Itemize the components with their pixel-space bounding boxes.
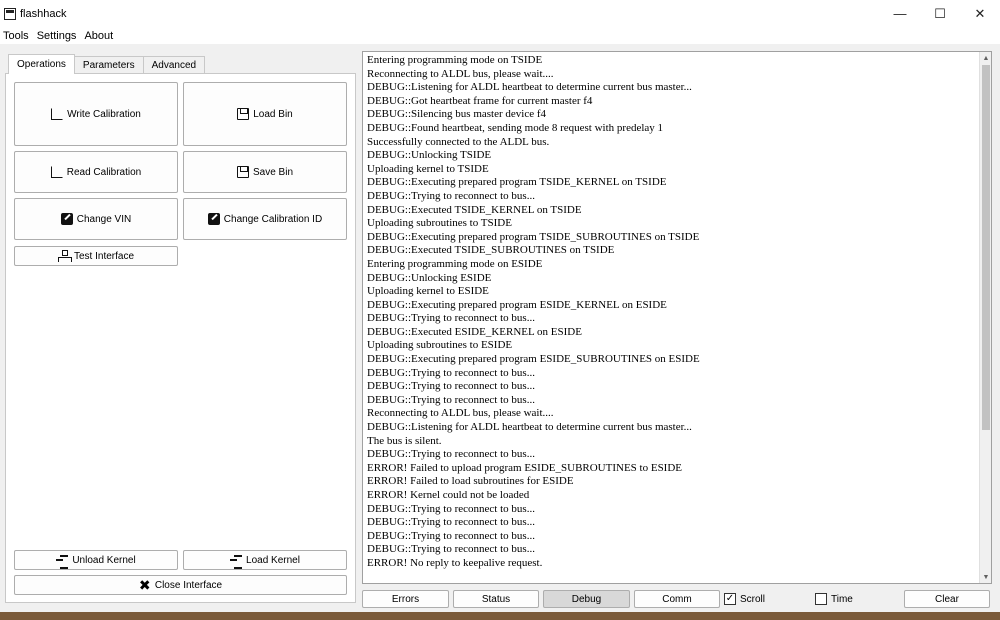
log-line: DEBUG::Trying to reconnect to bus... <box>367 502 535 515</box>
log-line: DEBUG::Trying to reconnect to bus... <box>367 380 535 393</box>
log-line: DEBUG::Trying to reconnect to bus... <box>367 312 535 325</box>
log-line: ERROR! Failed to upload program ESIDE_SU… <box>367 461 683 474</box>
tab-operations[interactable]: Operations <box>8 54 75 74</box>
change-calibration-id-button[interactable]: Change Calibration ID <box>183 198 347 240</box>
log-lines: Entering programming mode on TSIDE Reconn… <box>367 54 700 571</box>
debug-button[interactable]: Debug <box>543 590 630 608</box>
pencil-icon <box>60 213 73 225</box>
log-line: Reconnecting to ALDL bus, please wait...… <box>367 67 554 80</box>
log-line: Entering programming mode on TSIDE <box>367 54 543 66</box>
log-line: DEBUG::Got heartbeat frame for current m… <box>367 94 593 107</box>
comm-button[interactable]: Comm <box>634 590 720 608</box>
kernel-icon <box>56 554 69 569</box>
box-arrow-in-icon <box>51 108 64 120</box>
log-line: DEBUG::Trying to reconnect to bus... <box>367 516 535 529</box>
read-calibration-button[interactable]: Read Calibration <box>14 151 178 193</box>
load-kernel-button[interactable]: Load Kernel <box>183 550 347 570</box>
box-arrow-out-icon <box>50 166 63 178</box>
scroll-checkbox[interactable]: ✓ Scroll <box>724 590 765 608</box>
log-line: DEBUG::Trying to reconnect to bus... <box>367 366 535 379</box>
scroll-thumb[interactable] <box>982 65 990 430</box>
maximize-button[interactable]: ☐ <box>920 0 960 27</box>
close-interface-button[interactable]: ✖ Close Interface <box>14 575 347 595</box>
log-line: DEBUG::Trying to reconnect to bus... <box>367 393 535 406</box>
scroll-up-arrow-icon[interactable]: ▲ <box>980 52 991 64</box>
log-line: ERROR! No reply to keepalive request. <box>367 556 543 569</box>
network-icon <box>57 250 72 262</box>
title-bar: flashhack — ☐ ✕ <box>0 0 1000 27</box>
log-line: DEBUG::Executed TSIDE_SUBROUTINES on TSI… <box>367 244 615 257</box>
log-line: Entering programming mode on ESIDE <box>367 257 543 270</box>
checkbox-box <box>815 593 827 605</box>
menu-settings[interactable]: Settings <box>33 30 81 42</box>
scroll-down-arrow-icon[interactable]: ▼ <box>980 571 991 583</box>
window-controls: — ☐ ✕ <box>880 0 1000 27</box>
log-line: DEBUG::Trying to reconnect to bus... <box>367 448 535 461</box>
time-checkbox[interactable]: Time <box>815 590 853 608</box>
load-bin-button[interactable]: Load Bin <box>183 82 347 146</box>
log-line: Reconnecting to ALDL bus, please wait...… <box>367 407 554 420</box>
log-line: Uploading kernel to TSIDE <box>367 162 489 175</box>
kernel-icon <box>230 554 243 569</box>
change-vin-button[interactable]: Change VIN <box>14 198 178 240</box>
save-bin-button[interactable]: Save Bin <box>183 151 347 193</box>
desktop-background-strip <box>0 612 1000 620</box>
log-line: DEBUG::Found heartbeat, sending mode 8 r… <box>367 121 664 134</box>
log-line: DEBUG::Executing prepared program TSIDE_… <box>367 176 667 189</box>
close-window-button[interactable]: ✕ <box>960 0 1000 27</box>
menu-about[interactable]: About <box>80 30 117 42</box>
status-button[interactable]: Status <box>453 590 539 608</box>
log-line: Successfully connected to the ALDL bus. <box>367 135 550 148</box>
log-line: DEBUG::Unlocking ESIDE <box>367 271 492 284</box>
log-line: DEBUG::Silencing bus master device f4 <box>367 108 547 121</box>
log-scrollbar[interactable]: ▲ ▼ <box>979 52 991 583</box>
errors-button[interactable]: Errors <box>362 590 449 608</box>
log-line: Uploading subroutines to TSIDE <box>367 217 512 230</box>
log-line: DEBUG::Executed TSIDE_KERNEL on TSIDE <box>367 203 582 216</box>
unload-kernel-button[interactable]: Unload Kernel <box>14 550 178 570</box>
log-line: DEBUG::Listening for ALDL heartbeat to d… <box>367 421 692 434</box>
log-line: Uploading kernel to ESIDE <box>367 285 489 298</box>
log-line: ERROR! Kernel could not be loaded <box>367 489 530 501</box>
log-line: DEBUG::Executing prepared program ESIDE_… <box>367 298 667 311</box>
floppy-icon <box>236 166 249 178</box>
log-line: DEBUG::Trying to reconnect to bus... <box>367 529 535 542</box>
write-calibration-button[interactable]: Write Calibration <box>14 82 178 146</box>
log-line: DEBUG::Unlocking TSIDE <box>367 149 492 162</box>
tab-bar: Operations Parameters Advanced <box>8 54 206 74</box>
test-interface-button[interactable]: Test Interface <box>14 246 178 266</box>
check-icon: ✓ <box>724 593 736 605</box>
app-window-icon <box>4 7 16 20</box>
log-line: DEBUG::Executing prepared program TSIDE_… <box>367 230 700 243</box>
pencil-icon <box>207 213 220 225</box>
floppy-icon <box>237 108 250 120</box>
clear-button[interactable]: Clear <box>904 590 990 608</box>
log-line: ERROR! Failed to load subroutines for ES… <box>367 475 574 488</box>
log-line: DEBUG::Trying to reconnect to bus... <box>367 189 535 202</box>
log-line: DEBUG::Trying to reconnect to bus... <box>367 543 535 556</box>
tab-parameters[interactable]: Parameters <box>73 56 144 74</box>
window-title: flashhack <box>20 7 67 20</box>
log-line: DEBUG::Executing prepared program ESIDE_… <box>367 353 700 366</box>
menu-bar: Tools Settings About <box>0 27 1000 44</box>
close-plug-icon: ✖ <box>138 577 151 593</box>
log-line: DEBUG::Listening for ALDL heartbeat to d… <box>367 81 692 94</box>
tab-advanced[interactable]: Advanced <box>142 56 206 74</box>
minimize-button[interactable]: — <box>880 0 920 27</box>
menu-tools[interactable]: Tools <box>0 30 33 42</box>
log-output[interactable]: Entering programming mode on TSIDE Reconn… <box>362 51 992 584</box>
log-line: DEBUG::Executed ESIDE_KERNEL on ESIDE <box>367 325 582 338</box>
log-line: The bus is silent. <box>367 434 442 447</box>
log-line: Uploading subroutines to ESIDE <box>367 339 513 352</box>
